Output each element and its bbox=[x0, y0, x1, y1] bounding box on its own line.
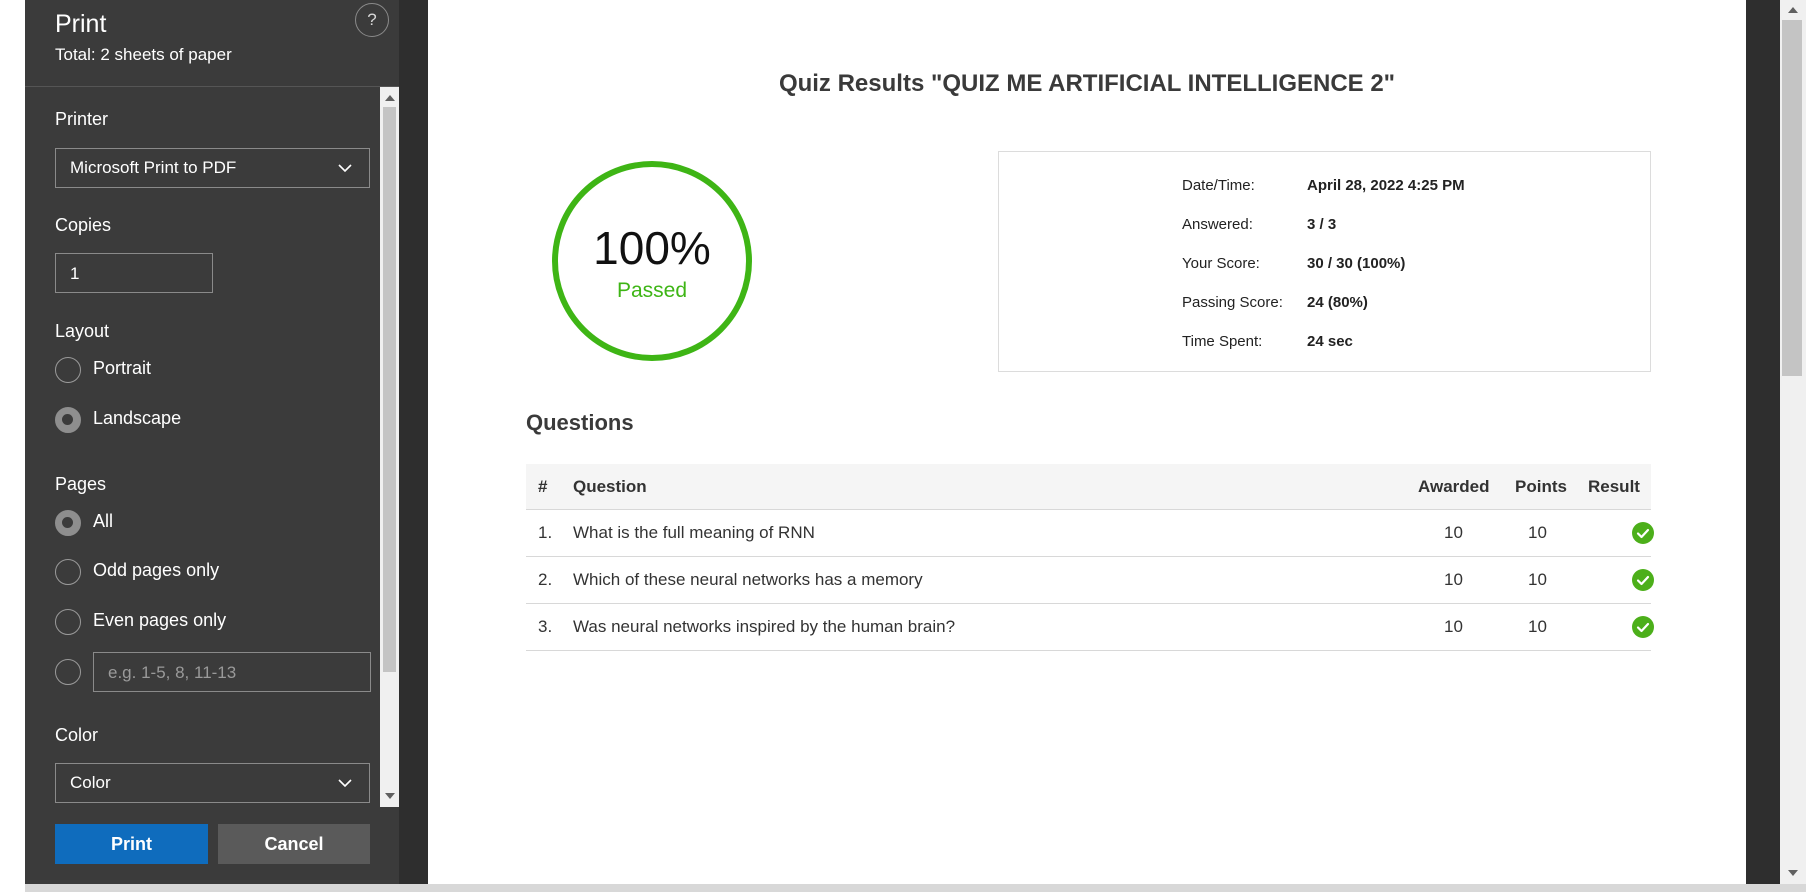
layout-landscape-option[interactable]: Landscape bbox=[55, 407, 375, 433]
help-button[interactable]: ? bbox=[355, 3, 389, 37]
portrait-radio[interactable] bbox=[55, 357, 81, 383]
window-bottom-edge bbox=[25, 884, 1806, 892]
portrait-label: Portrait bbox=[93, 358, 152, 378]
row-awarded: 10 bbox=[1444, 617, 1463, 636]
table-row: 3. Was neural networks inspired by the h… bbox=[526, 604, 1654, 651]
header-question: Question bbox=[573, 477, 647, 496]
printer-value: Microsoft Print to PDF bbox=[70, 158, 237, 177]
even-pages-label: Even pages only bbox=[93, 610, 227, 630]
pages-label: Pages bbox=[55, 474, 107, 494]
odd-pages-radio[interactable] bbox=[55, 559, 81, 585]
row-points: 10 bbox=[1528, 570, 1547, 589]
check-icon bbox=[1632, 569, 1654, 596]
preview-gutter-right bbox=[1746, 0, 1780, 884]
pages-even-option[interactable]: Even pages only bbox=[55, 609, 375, 635]
row-points: 10 bbox=[1528, 617, 1547, 636]
layout-label: Layout bbox=[55, 321, 110, 341]
window-edge bbox=[0, 0, 25, 892]
color-value: Color bbox=[70, 773, 111, 792]
scroll-thumb[interactable] bbox=[383, 107, 396, 672]
scroll-up-icon[interactable] bbox=[1788, 7, 1798, 13]
row-question: Was neural networks inspired by the huma… bbox=[573, 617, 956, 636]
print-preview-page: Quiz Results "QUIZ ME ARTIFICIAL INTELLI… bbox=[428, 0, 1746, 884]
all-pages-label: All bbox=[93, 511, 114, 531]
landscape-label: Landscape bbox=[93, 408, 182, 428]
custom-pages-radio[interactable] bbox=[55, 659, 81, 685]
score-percent: 100% bbox=[593, 222, 711, 274]
layout-portrait-option[interactable]: Portrait bbox=[55, 357, 375, 383]
printer-select[interactable]: Microsoft Print to PDF bbox=[55, 148, 370, 188]
info-value: April 28, 2022 4:25 PM bbox=[1307, 177, 1465, 194]
table-row: 1. What is the full meaning of RNN 10 10 bbox=[526, 510, 1654, 557]
pages-odd-option[interactable]: Odd pages only bbox=[55, 559, 375, 585]
row-points: 10 bbox=[1528, 523, 1547, 542]
print-options: Printer Microsoft Print to PDF Copies 1 … bbox=[25, 87, 399, 807]
preview-gutter bbox=[399, 0, 428, 884]
info-label: Date/Time: bbox=[1182, 177, 1255, 194]
scroll-down-icon[interactable] bbox=[385, 793, 395, 799]
check-icon bbox=[1632, 616, 1654, 643]
chevron-down-icon bbox=[337, 775, 353, 796]
header-result: Result bbox=[1588, 477, 1640, 496]
custom-pages-placeholder: e.g. 1-5, 8, 11-13 bbox=[108, 663, 237, 682]
questions-heading: Questions bbox=[526, 410, 634, 435]
info-value: 24 (80%) bbox=[1307, 294, 1368, 311]
color-select[interactable]: Color bbox=[55, 763, 370, 803]
result-details-box: Date/Time: April 28, 2022 4:25 PM Answer… bbox=[998, 151, 1651, 372]
row-awarded: 10 bbox=[1444, 570, 1463, 589]
custom-pages-input[interactable]: e.g. 1-5, 8, 11-13 bbox=[93, 652, 371, 692]
even-pages-radio[interactable] bbox=[55, 609, 81, 635]
cancel-button[interactable]: Cancel bbox=[218, 824, 370, 864]
print-panel-title: Print bbox=[55, 10, 107, 38]
print-settings-panel: Print Total: 2 sheets of paper ? Printer… bbox=[25, 0, 399, 884]
landscape-radio[interactable] bbox=[55, 407, 81, 433]
printer-label: Printer bbox=[55, 109, 109, 129]
scroll-down-icon[interactable] bbox=[1788, 870, 1798, 876]
print-panel-footer: Print Cancel bbox=[25, 808, 399, 884]
table-row: 2. Which of these neural networks has a … bbox=[526, 557, 1654, 604]
header-num: # bbox=[538, 477, 548, 496]
info-label: Time Spent: bbox=[1182, 333, 1263, 350]
info-value: 24 sec bbox=[1307, 333, 1353, 350]
row-num: 3. bbox=[538, 617, 553, 636]
info-label: Passing Score: bbox=[1182, 294, 1283, 311]
header-points: Points bbox=[1515, 477, 1567, 496]
odd-pages-label: Odd pages only bbox=[93, 560, 220, 580]
sheet-count: Total: 2 sheets of paper bbox=[55, 45, 232, 64]
check-icon bbox=[1632, 522, 1654, 549]
preview-scrollbar[interactable] bbox=[1780, 0, 1806, 884]
row-question: What is the full meaning of RNN bbox=[573, 523, 815, 542]
all-pages-radio[interactable] bbox=[55, 510, 81, 536]
header-awarded: Awarded bbox=[1418, 477, 1490, 496]
options-scrollbar[interactable] bbox=[380, 87, 399, 807]
quiz-title: Quiz Results "QUIZ ME ARTIFICIAL INTELLI… bbox=[778, 70, 1396, 97]
copies-value: 1 bbox=[70, 264, 80, 283]
info-value: 3 / 3 bbox=[1307, 216, 1337, 233]
pass-status: Passed bbox=[616, 279, 688, 302]
chevron-down-icon bbox=[337, 160, 353, 181]
row-awarded: 10 bbox=[1444, 523, 1463, 542]
print-panel-header: Print Total: 2 sheets of paper ? bbox=[25, 0, 399, 87]
copies-label: Copies bbox=[55, 215, 112, 235]
pages-all-option[interactable]: All bbox=[55, 510, 375, 536]
row-num: 2. bbox=[538, 570, 553, 589]
scroll-thumb[interactable] bbox=[1782, 20, 1802, 376]
info-label: Answered: bbox=[1182, 216, 1253, 233]
info-value: 30 / 30 (100%) bbox=[1307, 255, 1406, 272]
row-question: Which of these neural networks has a mem… bbox=[573, 570, 923, 589]
row-num: 1. bbox=[538, 523, 553, 542]
info-label: Your Score: bbox=[1182, 255, 1260, 272]
print-button[interactable]: Print bbox=[55, 824, 208, 864]
scroll-up-icon[interactable] bbox=[385, 95, 395, 101]
color-label: Color bbox=[55, 725, 99, 745]
table-header: # Question Awarded Points Result bbox=[526, 464, 1651, 510]
copies-input[interactable]: 1 bbox=[55, 253, 213, 293]
